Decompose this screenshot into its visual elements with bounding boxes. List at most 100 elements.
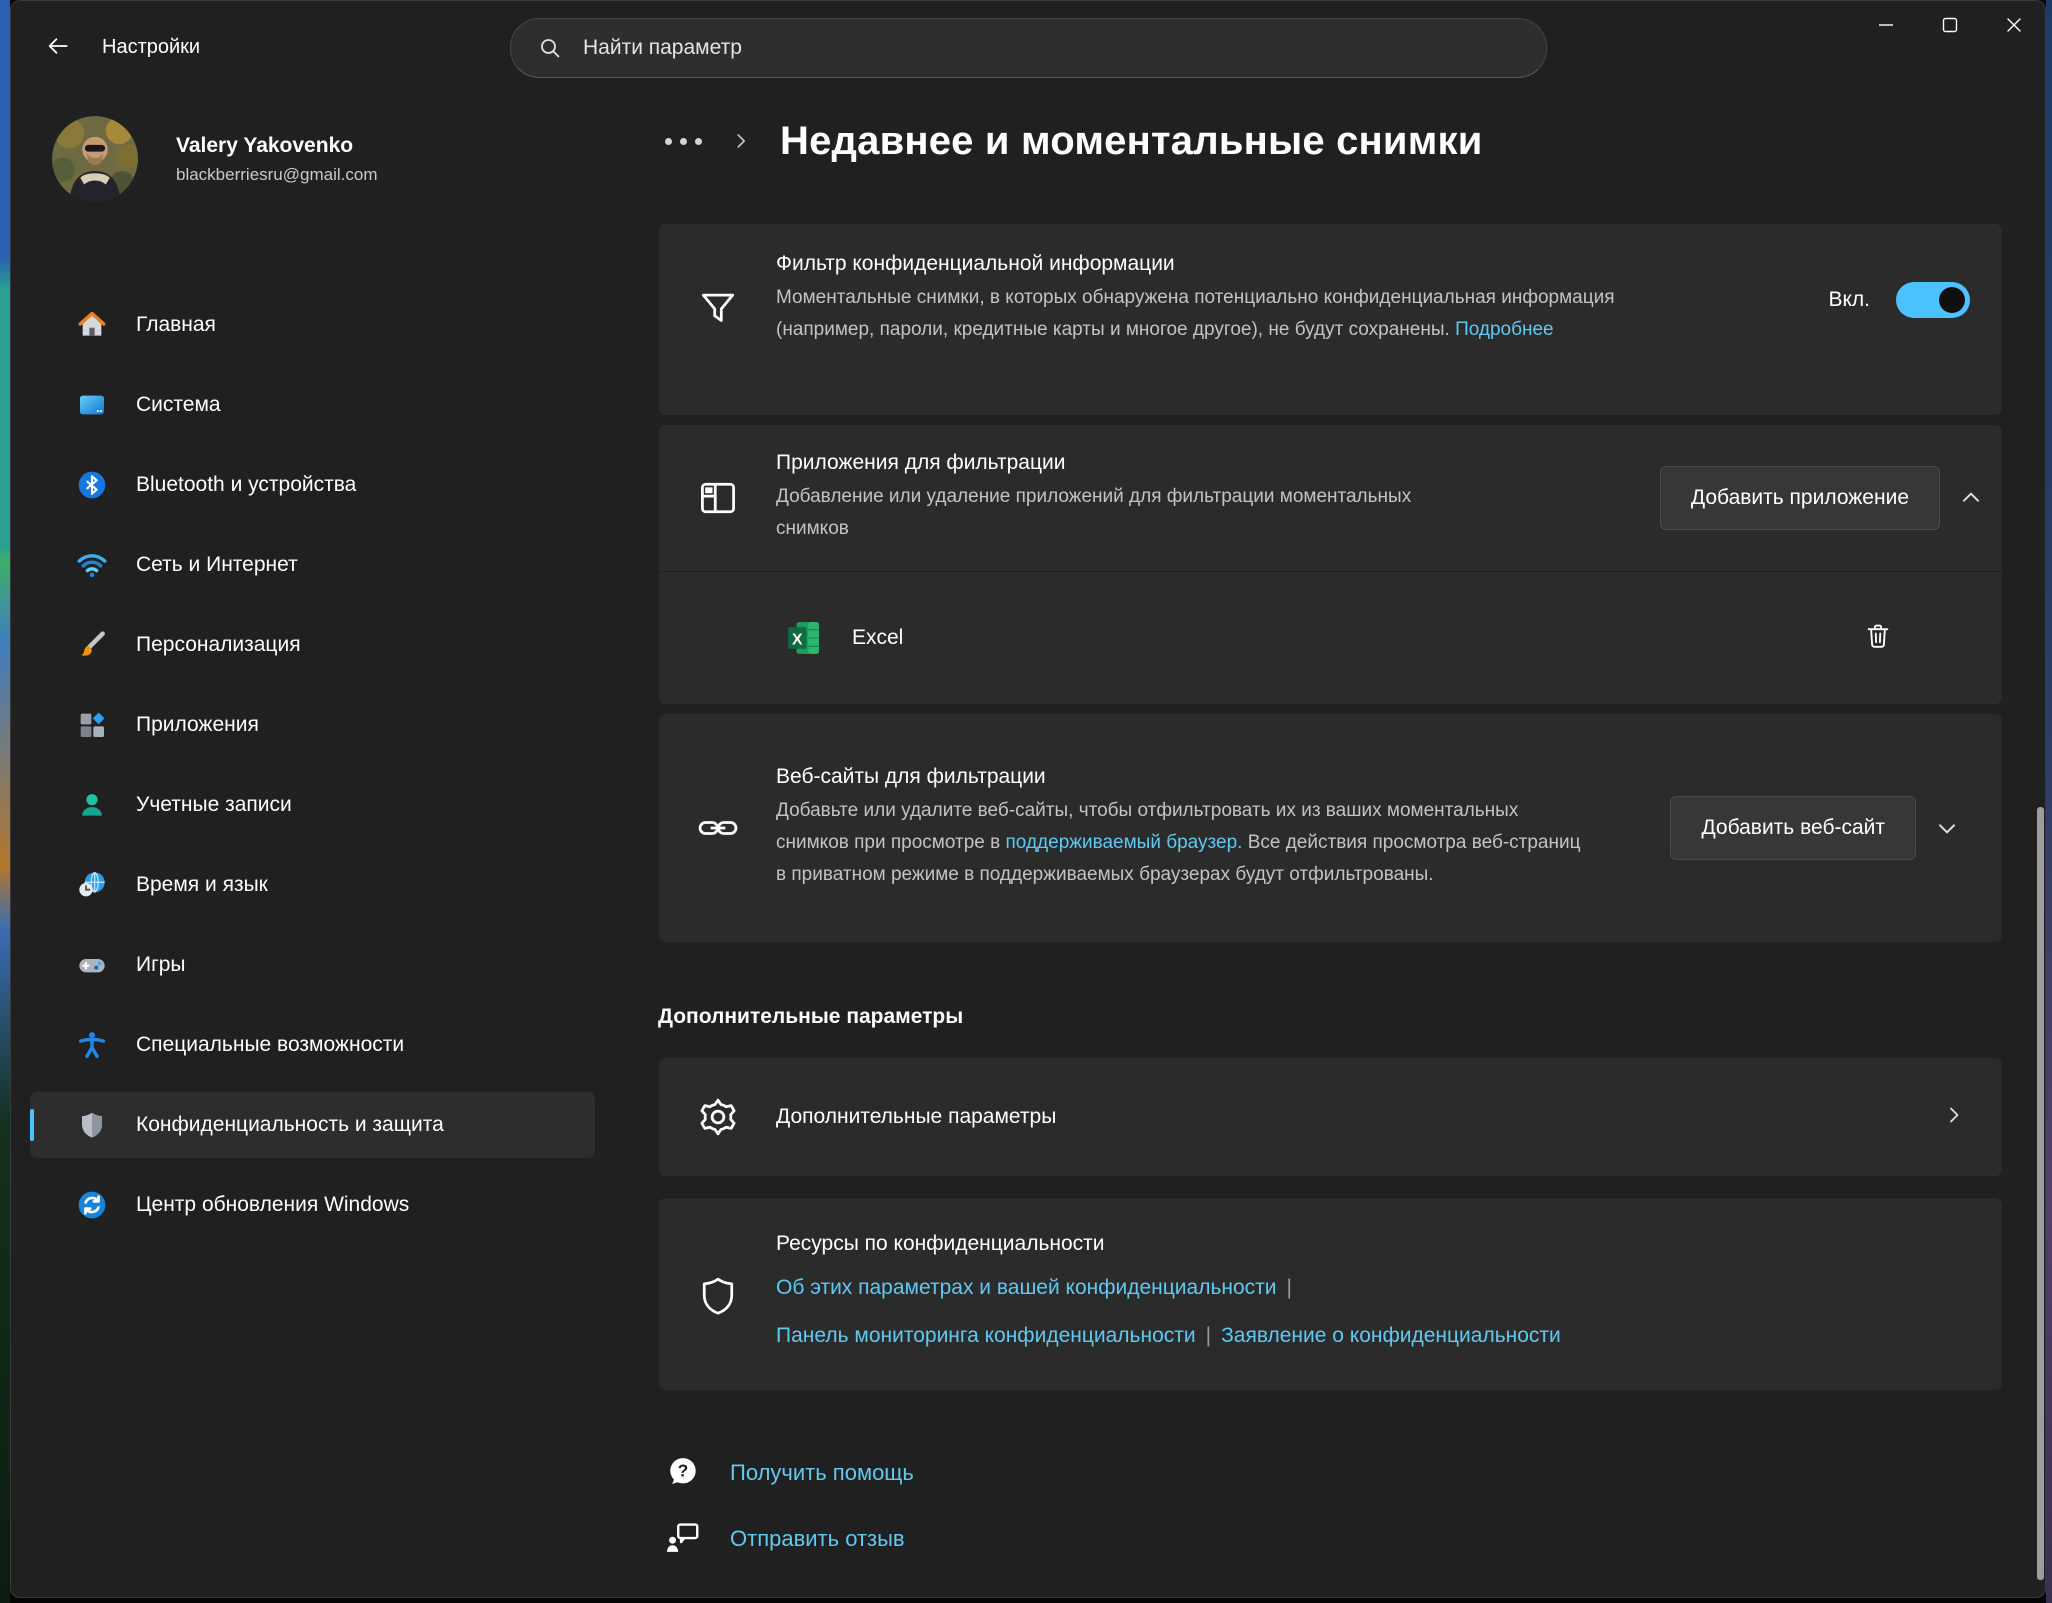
back-arrow-icon: [45, 33, 71, 64]
sidebar-item-time-language[interactable]: Время и язык: [30, 852, 595, 918]
add-website-button[interactable]: Добавить веб-сайт: [1670, 796, 1916, 860]
filtered-app-row: X Excel: [658, 572, 2003, 705]
sidebar-item-label: Конфиденциальность и защита: [136, 1113, 444, 1137]
delete-app-button[interactable]: [1854, 614, 1902, 662]
accessibility-icon: [76, 1029, 108, 1061]
apps-filter-title: Приложения для фильтрации: [776, 451, 1426, 475]
sidebar-item-label: Приложения: [136, 713, 259, 737]
brush-icon: [76, 629, 108, 661]
privacy-resources-card: Ресурсы по конфиденциальности Об этих па…: [658, 1197, 2003, 1391]
sensitive-filter-card: Фильтр конфиденциальной информации Момен…: [658, 223, 2003, 416]
back-button[interactable]: [34, 26, 82, 70]
sidebar-item-label: Система: [136, 393, 221, 417]
chevron-right-icon: [1942, 1103, 1966, 1132]
maximize-button[interactable]: [1918, 0, 1982, 54]
gear-icon: [659, 1095, 776, 1139]
add-app-button[interactable]: Добавить приложение: [1660, 466, 1940, 530]
avatar: [52, 116, 138, 202]
sidebar-item-label: Игры: [136, 953, 186, 977]
websites-filter-text: Веб-сайты для фильтрации Добавьте или уд…: [776, 765, 1594, 891]
sidebar-item-system[interactable]: Система: [30, 372, 595, 438]
sidebar-item-label: Bluetooth и устройства: [136, 473, 356, 497]
system-icon: [76, 389, 108, 421]
privacy-dashboard-link[interactable]: Панель мониторинга конфиденциальности: [776, 1324, 1196, 1347]
chevron-up-icon[interactable]: [1940, 485, 2002, 511]
window-controls: [1854, 0, 2046, 54]
filter-toggle-group: Вкл.: [1828, 282, 2002, 318]
trash-icon: [1863, 621, 1893, 656]
privacy-resources-line1: Об этих параметрах и вашей конфиденциаль…: [776, 1271, 1561, 1304]
sidebar-item-accessibility[interactable]: Специальные возможности: [30, 1012, 595, 1078]
about-settings-link[interactable]: Об этих параметрах и вашей конфиденциаль…: [776, 1276, 1277, 1299]
websites-filter-card: Веб-сайты для фильтрации Добавьте или уд…: [658, 713, 2003, 943]
close-button[interactable]: [1982, 0, 2046, 54]
link-icon: [659, 806, 776, 850]
footer-links: ? Получить помощь Отправить отзыв: [658, 1445, 2003, 1567]
excel-icon: X: [784, 618, 824, 658]
screen: Настройки: [0, 0, 2052, 1603]
filtered-app-name: Excel: [852, 626, 903, 650]
sidebar-item-label: Специальные возможности: [136, 1033, 404, 1057]
home-icon: [76, 309, 108, 341]
app-window-icon: [659, 476, 776, 520]
person-icon: [76, 789, 108, 821]
send-feedback-link[interactable]: Отправить отзыв: [730, 1526, 905, 1552]
sidebar-item-apps[interactable]: Приложения: [30, 692, 595, 758]
link-separator: |: [1206, 1324, 1211, 1347]
breadcrumb: Недавнее и моментальные снимки: [658, 100, 2003, 182]
titlebar: Настройки: [10, 0, 2046, 96]
help-bubble-icon: ?: [664, 1453, 704, 1493]
sidebar-item-gaming[interactable]: Игры: [30, 932, 595, 998]
sidebar-item-personalization[interactable]: Персонализация: [30, 612, 595, 678]
apps-icon: [76, 709, 108, 741]
desktop-edge-right: [2046, 0, 2052, 1603]
sidebar: Valery Yakovenko blackberriesru@gmail.co…: [10, 96, 655, 1598]
profile-email: blackberriesru@gmail.com: [176, 165, 378, 185]
get-help-link[interactable]: Получить помощь: [730, 1460, 914, 1486]
websites-filter-actions: Добавить веб-сайт: [1670, 796, 2002, 860]
gamepad-icon: [76, 949, 108, 981]
sidebar-item-home[interactable]: Главная: [30, 292, 595, 358]
svg-text:X: X: [792, 631, 803, 648]
chevron-down-icon[interactable]: [1916, 815, 1978, 841]
advanced-settings-card[interactable]: Дополнительные параметры: [658, 1057, 2003, 1177]
profile-text: Valery Yakovenko blackberriesru@gmail.co…: [176, 134, 378, 185]
websites-filter-title: Веб-сайты для фильтрации: [776, 765, 1594, 789]
send-feedback-row: Отправить отзыв: [658, 1511, 2003, 1567]
scrollbar[interactable]: [2037, 807, 2044, 1580]
get-help-row: ? Получить помощь: [658, 1445, 2003, 1501]
sidebar-item-windows-update[interactable]: Центр обновления Windows: [30, 1172, 595, 1238]
sidebar-item-bluetooth[interactable]: Bluetooth и устройства: [30, 452, 595, 518]
filter-card-text: Фильтр конфиденциальной информации Момен…: [776, 252, 1688, 346]
privacy-resources-title: Ресурсы по конфиденциальности: [776, 1232, 1561, 1256]
privacy-statement-link[interactable]: Заявление о конфиденциальности: [1221, 1324, 1561, 1347]
page-title: Недавнее и моментальные снимки: [780, 119, 1483, 164]
sidebar-item-accounts[interactable]: Учетные записи: [30, 772, 595, 838]
profile[interactable]: Valery Yakovenko blackberriesru@gmail.co…: [52, 116, 378, 202]
app-title: Настройки: [102, 36, 200, 59]
profile-name: Valery Yakovenko: [176, 134, 378, 158]
close-icon: [2002, 13, 2026, 42]
search-box[interactable]: [510, 18, 1547, 78]
shield-outline-icon: [659, 1274, 776, 1318]
update-icon: [76, 1189, 108, 1221]
breadcrumb-more-button[interactable]: [658, 121, 708, 161]
section-title-advanced: Дополнительные параметры: [658, 1005, 2003, 1029]
bluetooth-icon: [76, 469, 108, 501]
supported-browser-link[interactable]: поддерживаемый браузер.: [1006, 832, 1243, 853]
sidebar-item-privacy[interactable]: Конфиденциальность и защита: [30, 1092, 595, 1158]
sidebar-nav: Главная Система Bluetooth и устройства: [30, 292, 595, 1252]
privacy-resources-line2: Панель мониторинга конфиденциальности | За…: [776, 1319, 1561, 1352]
sidebar-item-network[interactable]: Сеть и Интернет: [30, 532, 595, 598]
toggle-state-label: Вкл.: [1828, 288, 1870, 312]
learn-more-link[interactable]: Подробнее: [1455, 319, 1554, 340]
main-content: Недавнее и моментальные снимки Фильтр ко…: [658, 96, 2003, 1598]
apps-filter-text: Приложения для фильтрации Добавление или…: [776, 451, 1426, 545]
filter-toggle[interactable]: [1896, 282, 1970, 318]
minimize-button[interactable]: [1854, 0, 1918, 54]
advanced-chevron: [1942, 1103, 2002, 1132]
maximize-icon: [1938, 13, 1962, 42]
wifi-icon: [76, 549, 108, 581]
search-input[interactable]: [581, 35, 1546, 61]
privacy-resources-text: Ресурсы по конфиденциальности Об этих па…: [776, 1232, 1561, 1352]
